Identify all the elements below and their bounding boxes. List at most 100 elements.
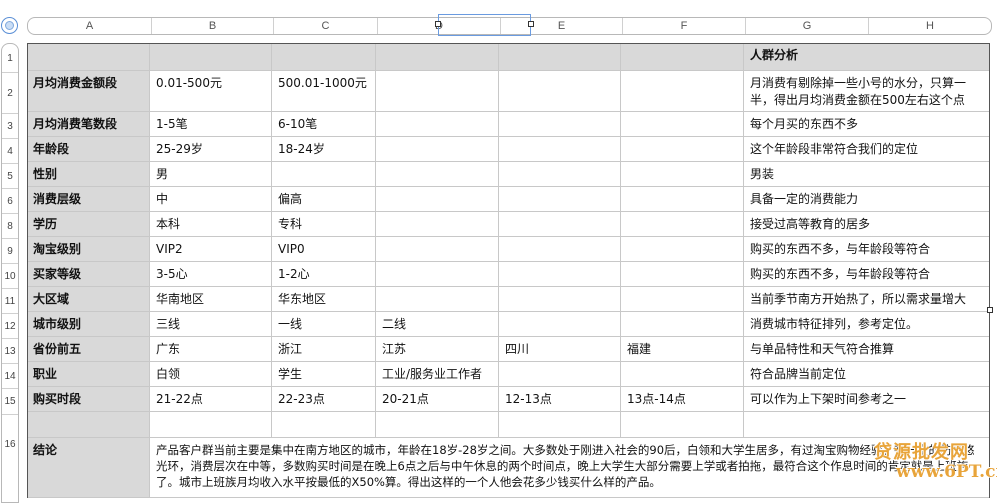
column-header-h[interactable]: H — [868, 18, 991, 34]
header-cell[interactable] — [621, 43, 744, 71]
table-cell[interactable] — [499, 71, 621, 112]
row-label-cell[interactable]: 月均消费笔数段 — [27, 112, 150, 137]
row-header[interactable]: 9 — [2, 238, 18, 263]
table-cell[interactable]: 1-2心 — [272, 262, 376, 287]
table-cell[interactable] — [499, 212, 621, 237]
resize-handle-left[interactable] — [435, 21, 441, 27]
column-header-f[interactable]: F — [622, 18, 745, 34]
table-cell[interactable]: 中 — [150, 187, 272, 212]
row-header[interactable]: 3 — [2, 113, 18, 138]
analysis-cell[interactable]: 月消费有剔除掉一些小号的水分，只算一半，得出月均消费金额在500左右这个点 — [744, 71, 990, 112]
row-label-cell[interactable]: 月均消费金额段 — [27, 71, 150, 112]
row-header[interactable]: 12 — [2, 313, 18, 338]
column-header-g[interactable]: G — [745, 18, 868, 34]
table-cell[interactable]: 0.01-500元 — [150, 71, 272, 112]
table-cell[interactable] — [376, 212, 499, 237]
table-cell[interactable]: 四川 — [499, 337, 621, 362]
table-cell[interactable]: 三线 — [150, 312, 272, 337]
analysis-cell[interactable]: 购买的东西不多，与年龄段等符合 — [744, 237, 990, 262]
table-cell[interactable] — [621, 71, 744, 112]
table-cell[interactable]: 6-10笔 — [272, 112, 376, 137]
table-cell[interactable]: 偏高 — [272, 187, 376, 212]
table-cell[interactable]: 白领 — [150, 362, 272, 387]
table-cell[interactable]: 12-13点 — [499, 387, 621, 412]
analysis-cell[interactable]: 这个年龄段非常符合我们的定位 — [744, 137, 990, 162]
table-cell[interactable] — [376, 187, 499, 212]
header-cell[interactable] — [27, 43, 150, 71]
table-cell[interactable]: 13点-14点 — [621, 387, 744, 412]
table-cell[interactable] — [272, 162, 376, 187]
table-cell[interactable]: 本科 — [150, 212, 272, 237]
row-header[interactable]: 15 — [2, 388, 18, 414]
row-header[interactable]: 5 — [2, 163, 18, 188]
table-cell[interactable]: 江苏 — [376, 337, 499, 362]
column-header-a[interactable]: A — [28, 18, 151, 34]
table-cell[interactable] — [621, 162, 744, 187]
table-cell[interactable]: 工业/服务业工作者 — [376, 362, 499, 387]
row-label-cell[interactable]: 大区域 — [27, 287, 150, 312]
table-cell[interactable]: 一线 — [272, 312, 376, 337]
row-label-cell[interactable]: 省份前五 — [27, 337, 150, 362]
table-cell[interactable]: 20-21点 — [376, 387, 499, 412]
analysis-cell[interactable]: 符合品牌当前定位 — [744, 362, 990, 387]
table-cell[interactable] — [621, 287, 744, 312]
table-cell[interactable] — [621, 262, 744, 287]
table-cell[interactable]: 福建 — [621, 337, 744, 362]
table-cell[interactable] — [376, 71, 499, 112]
row-label-cell[interactable]: 年龄段 — [27, 137, 150, 162]
table-cell[interactable] — [376, 137, 499, 162]
analysis-cell[interactable]: 接受过高等教育的居多 — [744, 212, 990, 237]
conclusion-text-cell[interactable]: 产品客户群当前主要是集中在南方地区的城市，年龄在18岁-28岁之间。大多数处于刚… — [150, 438, 990, 498]
table-cell[interactable]: 男 — [150, 162, 272, 187]
header-cell-analysis[interactable]: 人群分析 — [744, 43, 990, 71]
analysis-cell[interactable]: 与单品特性和天气符合推算 — [744, 337, 990, 362]
analysis-cell[interactable]: 具备一定的消费能力 — [744, 187, 990, 212]
row-label-cell[interactable]: 性别 — [27, 162, 150, 187]
table-cell[interactable]: 25-29岁 — [150, 137, 272, 162]
row-label-cell[interactable]: 消费层级 — [27, 187, 150, 212]
column-header-b[interactable]: B — [151, 18, 273, 34]
table-cell[interactable] — [621, 362, 744, 387]
table-cell[interactable]: 广东 — [150, 337, 272, 362]
table-cell[interactable] — [499, 187, 621, 212]
row-header[interactable]: 4 — [2, 138, 18, 163]
row-label-cell[interactable] — [27, 412, 150, 438]
table-cell[interactable]: 学生 — [272, 362, 376, 387]
table-cell[interactable] — [621, 237, 744, 262]
table-cell[interactable]: 专科 — [272, 212, 376, 237]
row-label-cell[interactable]: 城市级别 — [27, 312, 150, 337]
analysis-cell[interactable]: 当前季节南方开始热了，所以需求量增大 — [744, 287, 990, 312]
row-label-cell[interactable]: 职业 — [27, 362, 150, 387]
table-cell[interactable]: 浙江 — [272, 337, 376, 362]
row-label-cell[interactable]: 学历 — [27, 212, 150, 237]
row-header[interactable]: 2 — [2, 72, 18, 113]
analysis-cell[interactable]: 男装 — [744, 162, 990, 187]
analysis-cell[interactable]: 消费城市特征排列，参考定位。 — [744, 312, 990, 337]
table-cell[interactable] — [499, 412, 621, 438]
row-label-cell[interactable]: 购买时段 — [27, 387, 150, 412]
table-cell[interactable] — [499, 312, 621, 337]
row-header[interactable]: 13 — [2, 338, 18, 363]
table-cell[interactable] — [499, 262, 621, 287]
select-all-icon[interactable] — [1, 17, 18, 34]
table-cell[interactable] — [499, 112, 621, 137]
header-cell[interactable] — [272, 43, 376, 71]
table-cell[interactable] — [376, 262, 499, 287]
table-cell[interactable]: 3-5心 — [150, 262, 272, 287]
row-header[interactable]: 8 — [2, 213, 18, 238]
table-cell[interactable] — [621, 412, 744, 438]
analysis-cell[interactable]: 购买的东西不多，与年龄段等符合 — [744, 262, 990, 287]
analysis-cell[interactable]: 可以作为上下架时间参考之一 — [744, 387, 990, 412]
table-cell[interactable] — [621, 112, 744, 137]
table-cell[interactable] — [621, 212, 744, 237]
table-cell[interactable] — [376, 412, 499, 438]
table-cell[interactable]: 22-23点 — [272, 387, 376, 412]
row-label-cell[interactable]: 淘宝级别 — [27, 237, 150, 262]
table-cell[interactable] — [499, 362, 621, 387]
row-header[interactable]: 14 — [2, 363, 18, 388]
analysis-cell[interactable] — [744, 412, 990, 438]
table-cell[interactable] — [621, 137, 744, 162]
analysis-cell[interactable]: 每个月买的东西不多 — [744, 112, 990, 137]
header-cell[interactable] — [150, 43, 272, 71]
column-header-c[interactable]: C — [273, 18, 377, 34]
